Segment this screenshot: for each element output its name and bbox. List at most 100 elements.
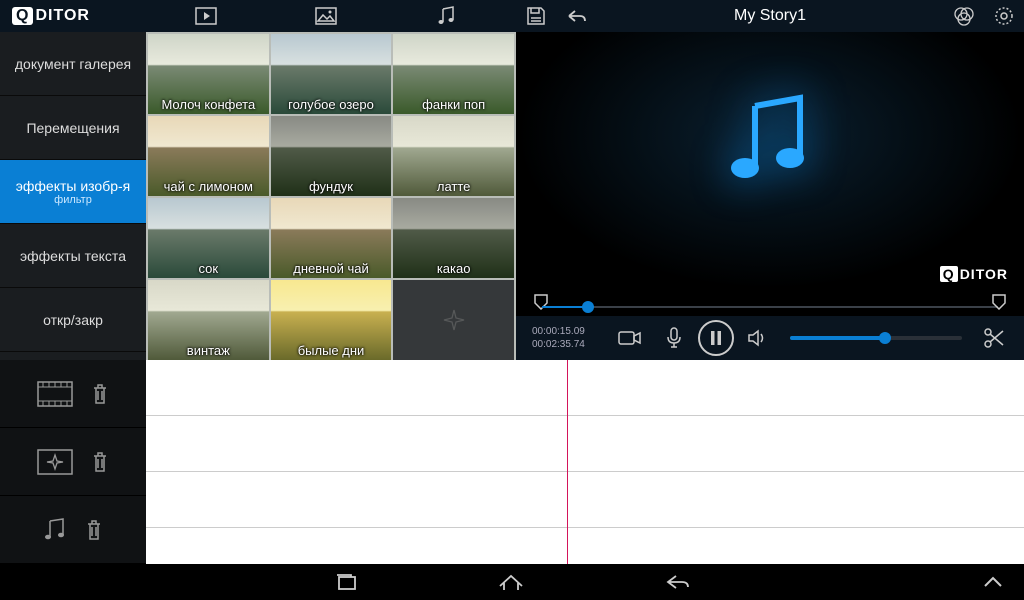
nav-home[interactable] [498,572,524,592]
speaker-icon [747,328,769,348]
image-icon [315,7,337,25]
filter-label: латте [393,179,514,194]
filter-item[interactable]: Молоч конфета [148,34,269,114]
save-button[interactable] [516,6,556,26]
pause-button[interactable] [698,320,734,356]
trash-icon[interactable] [91,451,109,473]
nav-expand[interactable] [982,575,1004,589]
current-time: 00:00:15.09 [532,325,600,338]
cut-button[interactable] [974,318,1014,358]
logo-text: DITOR [35,7,89,25]
filter-item[interactable]: винтаж [148,280,269,360]
filter-label: чай с лимоном [148,179,269,194]
filter-panel: Молоч конфета голубое озеро фанки поп ча… [146,32,516,360]
sidebar-item-label: эффекты изобр-я [16,178,131,194]
sidebar-item-label: эффекты текста [20,248,126,264]
filter-item[interactable]: дневной чай [271,198,392,278]
recents-icon [334,572,358,592]
app-header: QDITOR My Story1 [0,0,1024,32]
filter-label: винтаж [148,343,269,358]
sidebar-item-label: документ галерея [15,56,131,72]
filter-item[interactable]: латте [393,116,514,196]
back-icon [664,573,690,591]
preview-watermark: QDITOR [940,266,1008,282]
media-tabs [146,0,516,32]
camera-button[interactable] [610,318,650,358]
sidebar-item-gallery[interactable]: документ галерея [0,32,146,96]
header-right: My Story1 [516,5,1024,27]
timeline-track-heads [0,360,146,564]
volume-slider[interactable] [790,336,962,340]
nav-recents[interactable] [334,572,358,592]
tab-video[interactable] [146,0,266,32]
main-area: документ галерея Перемещения эффекты изо… [0,32,1024,360]
tab-audio[interactable] [386,0,506,32]
filter-item[interactable]: былые дни [271,280,392,360]
sidebar-item-sublabel: фильтр [54,194,92,206]
project-title[interactable]: My Story1 [596,7,944,25]
venn-icon [953,5,975,27]
undo-icon [565,8,587,24]
music-note-icon [43,517,67,543]
filter-label: дневной чай [271,261,392,276]
timeline [0,360,1024,564]
timeline-tracks[interactable] [146,360,1024,564]
preview-video[interactable]: QDITOR [516,32,1024,290]
chevron-up-icon [982,575,1004,589]
music-note-icon [437,6,455,26]
track-head-effects [0,428,146,496]
sidebar-item-image-effects[interactable]: эффекты изобр-я фильтр [0,160,146,224]
filter-item[interactable]: фанки поп [393,34,514,114]
sidebar: документ галерея Перемещения эффекты изо… [0,32,146,360]
filter-item[interactable]: голубое озеро [271,34,392,114]
filter-label: фанки поп [393,97,514,112]
filter-custom[interactable] [393,280,514,360]
mic-icon [666,327,682,349]
volume-fill [790,336,885,340]
timeline-track-video[interactable] [146,360,1024,416]
preview-panel: QDITOR 00:00:15.09 00:02:35.74 [516,32,1024,360]
volume-button[interactable] [738,318,778,358]
timeline-track-audio[interactable] [146,472,1024,528]
color-button[interactable] [944,5,984,27]
timeline-playhead[interactable] [567,360,568,564]
sidebar-item-label: Перемещения [26,120,119,136]
volume-thumb[interactable] [879,332,891,344]
undo-button[interactable] [556,8,596,24]
music-artwork-icon [715,86,825,196]
play-box-icon [195,7,217,25]
pause-icon [709,330,723,346]
playback-controls: 00:00:15.09 00:02:35.74 [516,316,1024,360]
scrub-thumb[interactable] [582,301,594,313]
filter-label: какао [393,261,514,276]
scrub-end-marker[interactable] [992,294,1006,310]
nav-back[interactable] [664,573,690,591]
filter-item[interactable]: фундук [271,116,392,196]
sidebar-item-label: откр/закр [43,312,103,328]
camera-icon [618,329,642,347]
filter-label: голубое озеро [271,97,392,112]
app-logo: QDITOR [0,7,146,25]
settings-button[interactable] [984,5,1024,27]
system-navbar [0,564,1024,600]
filter-label: фундук [271,179,392,194]
timeline-track-effects[interactable] [146,416,1024,472]
mic-button[interactable] [654,318,694,358]
effects-frame-icon [37,449,73,475]
filter-label: Молоч конфета [148,97,269,112]
logo-mark: Q [12,7,33,25]
tab-image[interactable] [266,0,386,32]
sidebar-item-openclose[interactable]: откр/закр [0,288,146,352]
filter-item[interactable]: чай с лимоном [148,116,269,196]
track-head-audio [0,496,146,564]
filter-item[interactable]: сок [148,198,269,278]
trash-icon[interactable] [85,519,103,541]
trash-icon[interactable] [91,383,109,405]
sidebar-item-text-effects[interactable]: эффекты текста [0,224,146,288]
sparkle-icon [440,306,468,334]
scrub-bar[interactable] [516,290,1024,316]
filter-item[interactable]: какао [393,198,514,278]
gear-icon [993,5,1015,27]
scissors-icon [983,327,1005,349]
sidebar-item-transitions[interactable]: Перемещения [0,96,146,160]
